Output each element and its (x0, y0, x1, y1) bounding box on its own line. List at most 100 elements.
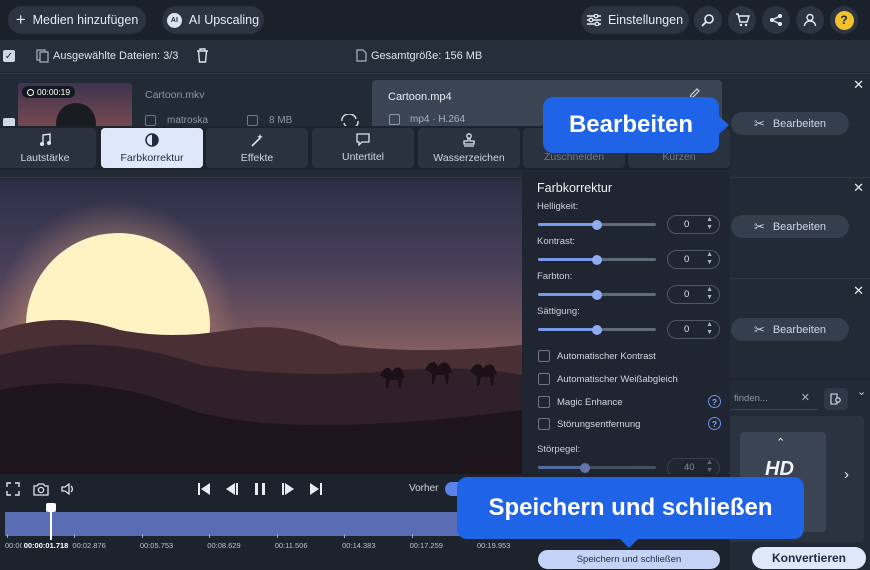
skip-end-icon[interactable] (309, 482, 323, 496)
desert-sunset-image (0, 200, 522, 474)
remove-file-3-icon[interactable]: ✕ (853, 283, 864, 299)
sliders-icon (586, 14, 601, 26)
ai-upscaling-button[interactable]: AI AI Upscaling (162, 6, 264, 34)
add-media-button[interactable]: + Medien hinzufügen (8, 6, 146, 34)
edit-button-2[interactable]: ✂ Bearbeiten (731, 215, 849, 238)
saturation-input[interactable]: 0 ▲ ▼ (667, 320, 720, 339)
fullscreen-icon[interactable] (6, 482, 20, 496)
tab-label: Untertitel (341, 151, 384, 163)
remove-file-1-icon[interactable]: ✕ (853, 77, 864, 93)
auto-white-balance-checkbox[interactable] (538, 373, 550, 385)
magic-enhance-label: Magic Enhance (557, 397, 623, 408)
tab-label: Lautstärke (20, 151, 70, 164)
magic-enhance-help-icon[interactable]: ? (708, 395, 721, 408)
select-all-checkbox[interactable]: ✓ (3, 50, 15, 62)
source-file-name: Cartoon.mkv (145, 89, 205, 101)
auto-contrast-label: Automatischer Kontrast (557, 351, 656, 362)
format-search-input[interactable]: finden... ✕ (728, 388, 818, 410)
chevron-up-icon[interactable]: ⌃ (776, 436, 785, 449)
brightness-slider[interactable] (538, 219, 656, 230)
timeline-tick-label: 00:19.953 (477, 541, 511, 550)
source-format: matroska (167, 115, 209, 126)
save-and-close-button[interactable]: Speichern und schließen (538, 550, 720, 569)
clear-search-icon[interactable]: ✕ (801, 391, 810, 404)
tab-watermark[interactable]: Wasserzeichen (418, 128, 520, 168)
next-format-icon[interactable]: › (844, 466, 849, 483)
format-search-button[interactable] (824, 388, 848, 410)
size-icon (247, 115, 258, 126)
files-icon (36, 49, 49, 63)
tab-label: Wasserzeichen (433, 151, 505, 164)
stepper-arrows-icon: ▲ ▼ (706, 251, 713, 266)
timeline-track[interactable] (5, 512, 525, 536)
edit-button-1[interactable]: ✂ Bearbeiten (731, 112, 849, 135)
pause-icon[interactable] (253, 482, 267, 496)
slider-knob[interactable] (592, 289, 602, 300)
edit-button-3[interactable]: ✂ Bearbeiten (731, 318, 849, 341)
contrast-slider[interactable] (538, 254, 656, 265)
step-back-icon[interactable] (225, 482, 239, 496)
tab-volume[interactable]: Lautstärke (0, 128, 96, 168)
slider-knob[interactable] (580, 462, 591, 473)
slider-knob[interactable] (592, 324, 602, 335)
timeline-tick-label: 00:11.506 (274, 541, 308, 550)
noise-removal-checkbox[interactable] (538, 418, 550, 430)
speaker-icon[interactable] (61, 482, 75, 496)
stepper-arrows-icon: ▲ ▼ (706, 216, 713, 231)
saturation-slider[interactable] (538, 324, 656, 335)
hue-label: Farbton: (537, 271, 573, 282)
timeline-tick-mark (7, 534, 8, 538)
help-button[interactable]: ? (830, 6, 858, 34)
stepper-arrows-icon: ▲ ▼ (706, 321, 713, 336)
slider-knob[interactable] (592, 219, 602, 230)
noise-level-slider[interactable] (538, 462, 656, 473)
camera-icon[interactable] (33, 482, 49, 496)
brightness-input[interactable]: 0 ▲ ▼ (667, 215, 720, 234)
slider-knob[interactable] (592, 254, 602, 265)
settings-button[interactable]: Einstellungen (581, 6, 689, 34)
convert-button[interactable]: Konvertieren (752, 547, 866, 569)
noise-removal-label: Störungsentfernung (557, 419, 641, 430)
cart-icon (735, 13, 750, 27)
search-placeholder: finden... (734, 393, 768, 404)
timeline-tick-mark (344, 534, 346, 538)
scissors-icon: ✂ (753, 218, 765, 234)
settings-label: Einstellungen (607, 13, 684, 27)
contrast-input[interactable]: 0 ▲ ▼ (667, 250, 720, 269)
file-thumbnail[interactable]: 00:00:19 (18, 83, 132, 128)
scissors-icon: ✂ (753, 321, 765, 337)
edit-label: Bearbeiten (772, 220, 827, 233)
scissors-icon: ✂ (753, 115, 765, 131)
video-preview[interactable] (0, 180, 522, 474)
trash-icon[interactable] (196, 48, 209, 63)
timeline-tick-mark (209, 534, 211, 538)
timeline-tick-mark (141, 534, 143, 538)
cart-button[interactable] (728, 6, 756, 34)
account-button[interactable] (796, 6, 824, 34)
share-icon (770, 14, 782, 26)
ai-upscaling-label: AI Upscaling (188, 13, 260, 27)
timeline-playhead[interactable] (45, 503, 56, 540)
stamp-icon (463, 132, 475, 147)
tab-color-correction[interactable]: Farbkorrektur (101, 128, 203, 168)
share-button[interactable] (762, 6, 790, 34)
tab-effects[interactable]: Effekte (206, 128, 308, 168)
step-forward-icon[interactable] (281, 482, 295, 496)
remove-file-2-icon[interactable]: ✕ (853, 180, 864, 196)
hue-slider[interactable] (538, 289, 656, 300)
edit-callout-label: Bearbeiten (568, 111, 694, 138)
document-icon (356, 49, 367, 62)
playhead-handle-icon[interactable] (45, 503, 56, 512)
skip-start-icon[interactable] (197, 482, 211, 496)
color-correction-icon (145, 132, 159, 147)
tab-subtitles[interactable]: Untertitel (312, 128, 414, 168)
auto-contrast-checkbox[interactable] (538, 350, 550, 362)
saturation-label: Sättigung: (537, 306, 580, 317)
magic-enhance-checkbox[interactable] (538, 396, 550, 408)
timeline-tick-mark (276, 534, 278, 538)
noise-removal-help-icon[interactable]: ? (708, 417, 721, 430)
search-button[interactable] (694, 6, 722, 34)
collapse-chevron-icon[interactable]: ⌄ (857, 385, 866, 398)
plus-icon: + (15, 9, 26, 29)
hue-input[interactable]: 0 ▲ ▼ (667, 285, 720, 304)
